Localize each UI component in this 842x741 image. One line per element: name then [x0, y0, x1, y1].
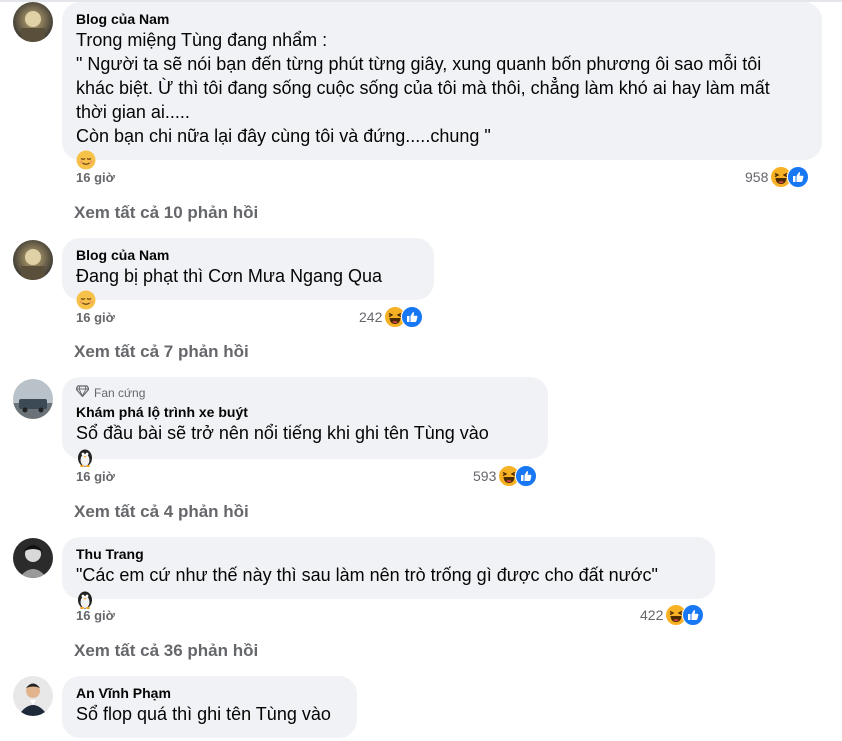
comment-line: Sổ flop quá thì ghi tên Tùng vào — [76, 704, 331, 724]
see-replies-link[interactable]: Xem tất cả 10 phản hồi — [74, 203, 258, 223]
comment-line: "Các em cứ như thế này thì sau làm nên t… — [76, 565, 658, 585]
avatar[interactable] — [13, 2, 53, 42]
avatar[interactable] — [13, 379, 53, 419]
comment-time[interactable]: 16 giờ — [76, 608, 115, 623]
comment-bubble: An Vĩnh Phạm Sổ flop quá thì ghi tên Tùn… — [62, 676, 357, 738]
avatar[interactable] — [13, 538, 53, 578]
comment-time[interactable]: 16 giờ — [76, 310, 115, 325]
comment-text: Sổ flop quá thì ghi tên Tùng vào — [76, 702, 345, 726]
comment-text: Trong miệng Tùng đang nhẩm : " Người ta s… — [76, 28, 810, 176]
like-reaction-icon — [682, 604, 705, 626]
comment-author[interactable]: An Vĩnh Phạm — [76, 684, 345, 702]
comment-line: Còn bạn chi nữa lại đây cùng tôi và đứng… — [76, 126, 491, 146]
reaction-summary[interactable]: 422 — [640, 604, 705, 626]
comment-author[interactable]: Khám phá lộ trình xe buýt — [76, 403, 536, 421]
comment-line: khác biệt. Ừ thì tôi đang sống cuộc sống… — [76, 78, 770, 98]
avatar[interactable] — [13, 676, 53, 716]
diamond-icon — [75, 385, 90, 401]
comment-time[interactable]: 16 giờ — [76, 469, 115, 484]
reaction-count: 958 — [745, 169, 769, 185]
avatar[interactable] — [13, 240, 53, 280]
reaction-summary[interactable]: 242 — [359, 306, 424, 328]
see-replies-link[interactable]: Xem tất cả 7 phản hồi — [74, 342, 249, 362]
comment-author[interactable]: Blog của Nam — [76, 10, 810, 28]
see-replies-link[interactable]: Xem tất cả 36 phản hồi — [74, 641, 258, 661]
comment-bubble: Blog của Nam Đang bị phạt thì Cơn Mưa Ng… — [62, 238, 434, 310]
comment-line: Đang bị phạt thì Cơn Mưa Ngang Qua — [76, 266, 383, 286]
comment-bubble: Thu Trang "Các em cứ như thế này thì sau… — [62, 537, 715, 609]
like-reaction-icon — [401, 306, 424, 328]
comment-line: thời gian ai..... — [76, 102, 190, 122]
comment-line: Sổ đầu bài sẽ trở nên nổi tiếng khi ghi … — [76, 423, 489, 443]
see-replies-link[interactable]: Xem tất cả 4 phản hồi — [74, 502, 249, 522]
reaction-count: 593 — [473, 468, 497, 484]
reaction-summary[interactable]: 593 — [473, 465, 538, 487]
comment-text: Sổ đầu bài sẽ trở nên nổi tiếng khi ghi … — [76, 421, 536, 473]
comment-time[interactable]: 16 giờ — [76, 170, 115, 185]
like-reaction-icon — [787, 166, 810, 188]
reaction-summary[interactable]: 958 — [745, 166, 810, 188]
comment-author[interactable]: Blog của Nam — [76, 246, 422, 264]
comment-line: Trong miệng Tùng đang nhẩm : — [76, 30, 328, 50]
like-reaction-icon — [515, 465, 538, 487]
reaction-count: 422 — [640, 607, 664, 623]
comment-author[interactable]: Thu Trang — [76, 545, 703, 563]
fan-badge: Fan cứng — [75, 385, 536, 401]
comment-line: " Người ta sẽ nói bạn đến từng phút từng… — [76, 54, 762, 74]
comment-text: "Các em cứ như thế này thì sau làm nên t… — [76, 563, 703, 615]
comment-bubble: Blog của Nam Trong miệng Tùng đang nhẩm … — [62, 2, 822, 170]
comment-bubble: Fan cứng Khám phá lộ trình xe buýt Sổ đầ… — [62, 377, 548, 467]
badge-label: Fan cứng — [94, 386, 146, 400]
reaction-count: 242 — [359, 309, 383, 325]
